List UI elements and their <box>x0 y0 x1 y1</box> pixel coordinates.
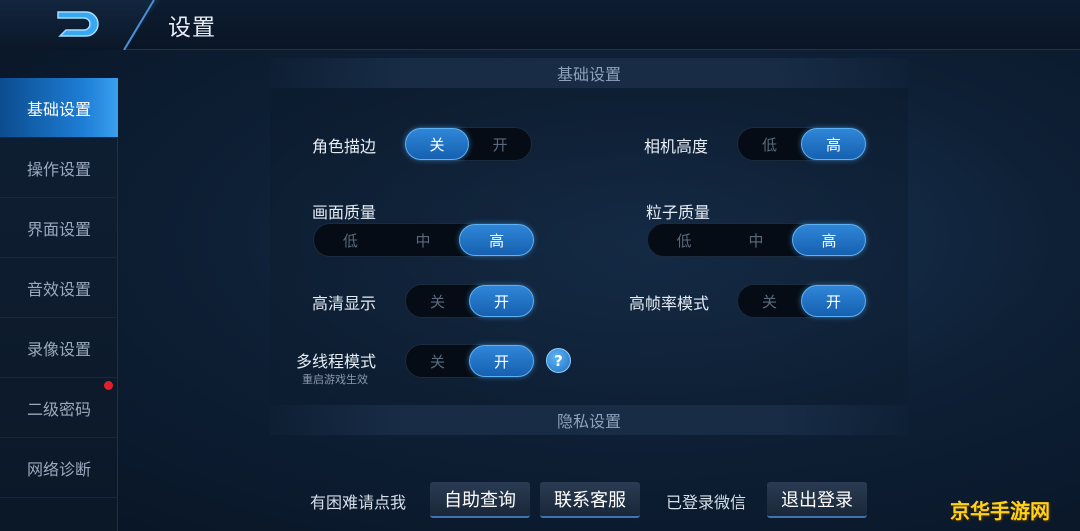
quality-option-mid[interactable]: 中 <box>387 224 460 256</box>
particle-option-high[interactable]: 高 <box>792 224 866 256</box>
particle-option-mid[interactable]: 中 <box>720 224 792 256</box>
logout-button[interactable]: 退出登录 <box>767 482 867 518</box>
outline-option-on[interactable]: 开 <box>469 128 531 160</box>
sidebar-item-controls[interactable]: 操作设置 <box>0 138 118 198</box>
outline-option-off[interactable]: 关 <box>405 128 469 160</box>
sidebar-item-password[interactable]: 二级密码 <box>0 378 118 438</box>
framerate-option-on[interactable]: 开 <box>801 285 866 317</box>
sidebar: 基础设置 操作设置 界面设置 音效设置 录像设置 二级密码 网络诊断 <box>0 78 118 531</box>
multithread-toggle[interactable]: 关 开 <box>405 344 535 378</box>
hd-toggle[interactable]: 关 开 <box>405 284 535 318</box>
quality-label: 画面质量 <box>312 203 377 222</box>
camera-option-low[interactable]: 低 <box>738 128 801 160</box>
contact-support-button[interactable]: 联系客服 <box>540 482 640 518</box>
header-divider <box>123 0 155 50</box>
particle-toggle[interactable]: 低 中 高 <box>647 223 867 257</box>
page-title: 设置 <box>168 15 216 41</box>
quality-toggle[interactable]: 低 中 高 <box>313 223 535 257</box>
sidebar-item-basic[interactable]: 基础设置 <box>0 78 118 138</box>
camera-label: 相机高度 <box>644 137 709 156</box>
self-help-button[interactable]: 自助查询 <box>430 482 530 518</box>
login-status-text: 已登录微信 <box>666 493 747 512</box>
section-header-privacy: 隐私设置 <box>270 405 908 435</box>
framerate-toggle[interactable]: 关 开 <box>737 284 867 318</box>
multithread-label: 多线程模式 <box>296 352 377 371</box>
help-prompt-text: 有困难请点我 <box>310 493 407 512</box>
multithread-option-off[interactable]: 关 <box>406 345 469 377</box>
sidebar-item-audio[interactable]: 音效设置 <box>0 258 118 318</box>
watermark-logo: 京华手游网 <box>950 499 1050 523</box>
multithread-option-on[interactable]: 开 <box>469 345 534 377</box>
header-bar: 设置 <box>0 0 1080 50</box>
framerate-option-off[interactable]: 关 <box>738 285 801 317</box>
camera-option-high[interactable]: 高 <box>801 128 866 160</box>
section-header-basic: 基础设置 <box>270 58 908 88</box>
multithread-sublabel: 重启游戏生效 <box>302 373 368 386</box>
particle-label: 粒子质量 <box>646 203 711 222</box>
outline-toggle[interactable]: 关 开 <box>404 127 532 161</box>
notification-badge <box>104 381 113 390</box>
particle-option-low[interactable]: 低 <box>648 224 720 256</box>
hd-label: 高清显示 <box>312 294 377 313</box>
sidebar-item-network[interactable]: 网络诊断 <box>0 438 118 498</box>
footer-bar: 有困难请点我 自助查询 联系客服 已登录微信 退出登录 <box>270 470 908 531</box>
hd-option-off[interactable]: 关 <box>406 285 469 317</box>
quality-option-high[interactable]: 高 <box>459 224 535 256</box>
sidebar-item-interface[interactable]: 界面设置 <box>0 198 118 258</box>
outline-label: 角色描边 <box>312 137 377 156</box>
camera-toggle[interactable]: 低 高 <box>737 127 867 161</box>
back-arrow-icon <box>57 11 99 37</box>
framerate-label: 高帧率模式 <box>629 294 710 313</box>
quality-option-low[interactable]: 低 <box>314 224 387 256</box>
question-mark-icon[interactable]: ? <box>546 348 571 373</box>
sidebar-item-replay[interactable]: 录像设置 <box>0 318 118 378</box>
hd-option-on[interactable]: 开 <box>469 285 534 317</box>
